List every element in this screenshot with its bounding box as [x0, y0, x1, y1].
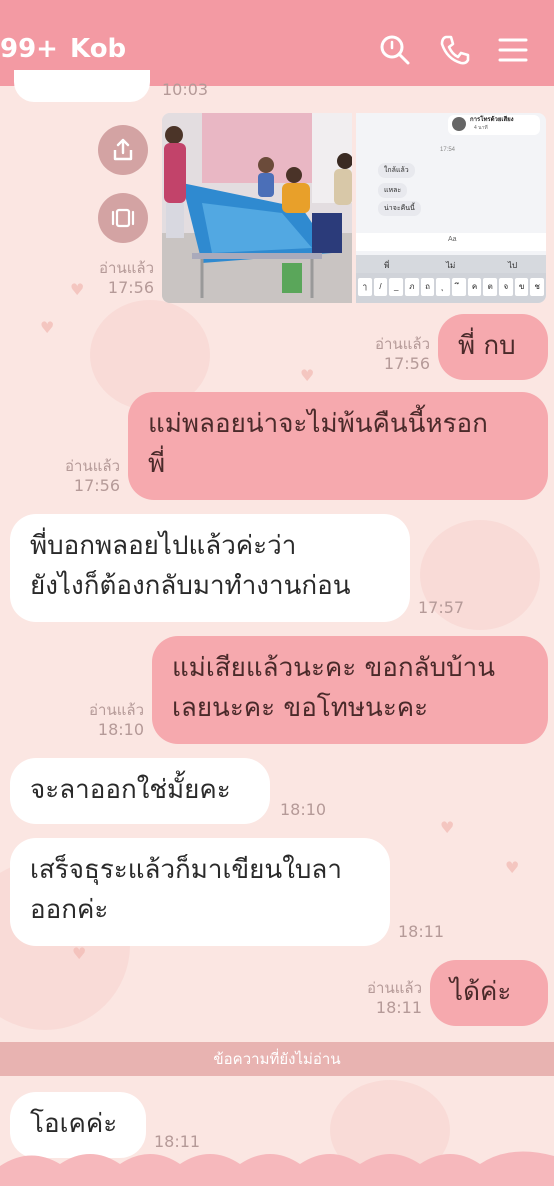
share-button[interactable]	[98, 125, 148, 175]
message-text-line: ออกค่ะ	[30, 895, 109, 925]
screenshot-suggest: ไป	[508, 261, 518, 270]
message-text: ได้ค่ะ	[450, 977, 512, 1007]
message-text: พี่ กบ	[458, 331, 516, 361]
key: ถ	[420, 278, 435, 296]
call-icon	[452, 117, 466, 131]
read-meta: อ่านแล้ว 17:56	[340, 334, 430, 374]
read-meta: อ่านแล้ว 18:11	[330, 978, 422, 1018]
message-text-line: พี่	[148, 449, 166, 479]
message-time: 10:03	[162, 80, 209, 99]
key: ึ	[452, 278, 466, 296]
read-receipt: อ่านแล้ว	[375, 335, 430, 353]
read-meta: อ่านแล้ว 18:10	[54, 700, 144, 740]
message-text-line: เลยนะคะ ขอโทษนะคะ	[172, 693, 429, 723]
screenshot-line: น่าจะคืนนี้	[378, 201, 421, 216]
photo-read-meta: อ่านแล้ว 17:56	[70, 258, 154, 298]
message-time: 17:56	[73, 476, 120, 495]
heart-icon: ♥	[72, 944, 87, 963]
call-label: การโทรด้วยเสียง	[470, 117, 514, 123]
message-text: จะลาออกใช่มั้ยคะ	[30, 775, 231, 805]
message-text-line: พี่บอกพลอยไปแล้วค่ะว่า	[30, 531, 297, 561]
album-icon	[111, 208, 135, 228]
message-text-line: แม่พลอยน่าจะไม่พ้นคืนนี้หรอก	[148, 409, 488, 439]
photo-message[interactable]: การโทรด้วยเสียง 4 นาที 17:54 ใกล้แล้ว แห…	[162, 113, 546, 303]
screenshot-key-row: ๅ / _ ภ ถ ุ ึ ค ต จ ข ช	[358, 278, 545, 296]
menu-icon[interactable]	[496, 33, 530, 67]
outgoing-message[interactable]: พี่ กบ	[438, 314, 548, 380]
key: ค	[467, 278, 482, 296]
incoming-message[interactable]: เสร็จธุระแล้วก็มาเขียนใบลา ออกค่ะ	[10, 838, 390, 946]
outgoing-message[interactable]: แม่พลอยน่าจะไม่พ้นคืนนี้หรอก พี่	[128, 392, 548, 500]
message-text-line: เสร็จธุระแล้วก็มาเขียนใบลา	[30, 855, 342, 885]
read-receipt: อ่านแล้ว	[65, 457, 120, 475]
heart-icon: ♥	[40, 318, 55, 337]
incoming-message[interactable]: จะลาออกใช่มั้ยคะ	[10, 758, 270, 824]
key: ๅ	[358, 278, 372, 296]
read-receipt: อ่านแล้ว	[89, 701, 144, 719]
message-text-line: แม่เสียแล้วนะคะ ขอกลับบ้าน	[172, 653, 495, 683]
heart-icon: ♥	[300, 366, 315, 385]
key: ต	[483, 278, 498, 296]
screenshot-time: 17:54	[440, 147, 456, 153]
message-time: 18:11	[398, 922, 445, 941]
phone-icon[interactable]	[438, 33, 472, 67]
message-time: 18:10	[280, 800, 327, 819]
unread-divider-label: ข้อความที่ยังไม่อ่าน	[213, 1050, 341, 1068]
message-time: 18:11	[375, 998, 422, 1017]
bottom-decoration	[0, 1151, 554, 1186]
message-text-line: ยังไงก็ต้องกลับมาทำงานก่อน	[30, 571, 351, 601]
message-time: 17:56	[383, 354, 430, 373]
heart-icon: ♥	[440, 818, 455, 837]
incoming-message[interactable]: พี่บอกพลอยไปแล้วค่ะว่า ยังไงก็ต้องกลับมา…	[10, 514, 410, 622]
search-icon[interactable]	[378, 33, 412, 67]
screenshot-suggest: พี่	[384, 261, 390, 270]
hospital-scene-image	[162, 113, 352, 303]
key: /	[373, 278, 388, 296]
outgoing-message[interactable]: ได้ค่ะ	[430, 960, 548, 1026]
call-duration: 4 นาที	[474, 125, 488, 131]
gallery-button[interactable]	[98, 193, 148, 243]
key: _	[389, 278, 404, 296]
read-meta: อ่านแล้ว 17:56	[30, 456, 120, 496]
screenshot-suggest: ไม่	[446, 261, 456, 270]
message-time: 17:56	[107, 278, 154, 297]
read-receipt: อ่านแล้ว	[367, 979, 422, 997]
outgoing-message[interactable]: แม่เสียแล้วนะคะ ขอกลับบ้าน เลยนะคะ ขอโทษ…	[152, 636, 548, 744]
screenshot-line: ใกล้แล้ว	[378, 163, 415, 178]
key: ภ	[405, 278, 419, 296]
key: จ	[499, 278, 513, 296]
partial-message-bubble	[14, 70, 150, 102]
screenshot-line: แหละ	[378, 183, 408, 198]
screenshot-input-placeholder: Aa	[448, 236, 457, 243]
hospital-photo[interactable]	[162, 113, 352, 303]
read-receipt: อ่านแล้ว	[99, 259, 154, 277]
unread-count-back-button[interactable]: 99+	[0, 34, 58, 64]
key: ช	[530, 278, 545, 296]
share-icon	[113, 138, 133, 161]
message-time: 17:57	[418, 598, 465, 617]
heart-icon: ♥	[505, 858, 520, 877]
key: ข	[514, 278, 529, 296]
key: ุ	[436, 278, 451, 296]
unread-divider: ข้อความที่ยังไม่อ่าน	[0, 1042, 554, 1076]
message-time: 18:10	[97, 720, 144, 739]
chat-screenshot-image[interactable]: การโทรด้วยเสียง 4 นาที 17:54 ใกล้แล้ว แห…	[356, 113, 546, 303]
contact-name[interactable]: Kob	[70, 34, 126, 64]
